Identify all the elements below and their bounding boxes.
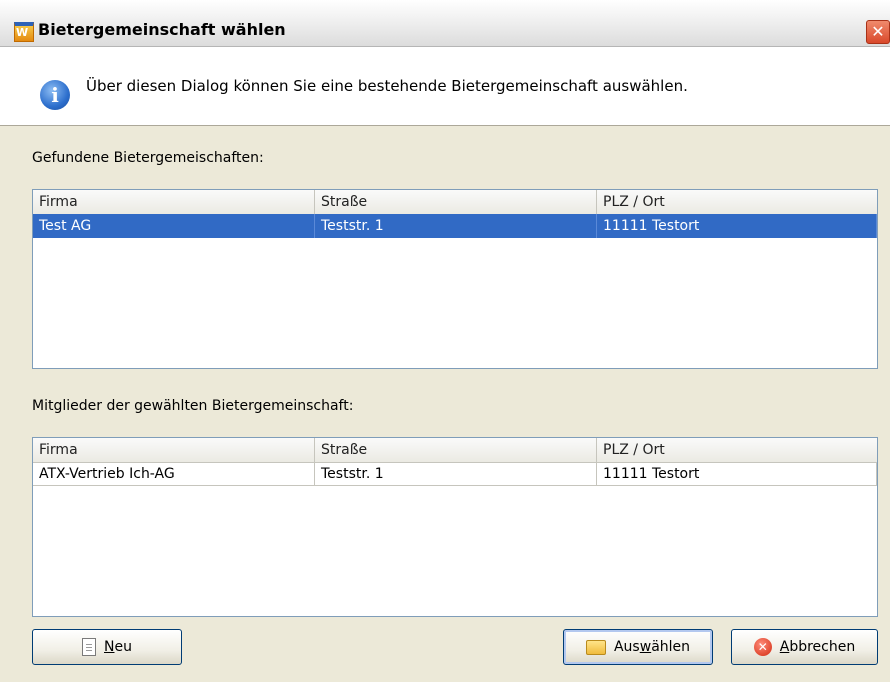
cell-strasse: Teststr. 1: [315, 214, 597, 238]
folder-icon: [585, 639, 606, 655]
found-label: Gefundene Bietergemeischaften:: [32, 150, 264, 166]
table-row[interactable]: ATX-Vertrieb Ich-AG Teststr. 1 11111 Tes…: [33, 462, 877, 486]
window-title: Bietergemeinschaft wählen: [38, 20, 286, 39]
dialog-window: W Bietergemeinschaft wählen ✕ i Über die…: [0, 0, 890, 682]
info-icon: i: [40, 80, 70, 110]
cancel-button[interactable]: ✕ Abbrechen: [731, 629, 878, 665]
new-button[interactable]: Neu: [32, 629, 182, 665]
cell-plz-ort: 11111 Testort: [597, 214, 877, 238]
column-header-firma[interactable]: Firma: [33, 190, 315, 214]
cell-firma: Test AG: [33, 214, 315, 238]
cell-firma: ATX-Vertrieb Ich-AG: [33, 462, 315, 486]
cell-strasse: Teststr. 1: [315, 462, 597, 486]
select-button[interactable]: Auswählen: [563, 629, 713, 665]
column-header-strasse[interactable]: Straße: [315, 438, 597, 462]
title-bar[interactable]: W Bietergemeinschaft wählen ✕: [0, 0, 890, 47]
document-icon: [82, 638, 96, 656]
info-panel: i Über diesen Dialog können Sie eine bes…: [0, 47, 890, 126]
close-button[interactable]: ✕: [866, 20, 890, 44]
column-header-plz-ort[interactable]: PLZ / Ort: [597, 438, 877, 462]
app-logo-icon: W: [14, 22, 34, 42]
cell-plz-ort: 11111 Testort: [597, 462, 877, 486]
info-text: Über diesen Dialog können Sie eine beste…: [86, 77, 688, 95]
found-table-header: Firma Straße PLZ / Ort: [33, 190, 877, 215]
cancel-icon: ✕: [753, 638, 772, 656]
column-header-firma[interactable]: Firma: [33, 438, 315, 462]
table-row[interactable]: Test AG Teststr. 1 11111 Testort: [33, 214, 877, 238]
members-table[interactable]: Firma Straße PLZ / Ort ATX-Vertrieb Ich-…: [32, 437, 878, 617]
column-header-strasse[interactable]: Straße: [315, 190, 597, 214]
found-table[interactable]: Firma Straße PLZ / Ort Test AG Teststr. …: [32, 189, 878, 369]
members-table-header: Firma Straße PLZ / Ort: [33, 438, 877, 463]
members-label: Mitglieder der gewählten Bietergemeinsch…: [32, 398, 354, 414]
column-header-plz-ort[interactable]: PLZ / Ort: [597, 190, 877, 214]
